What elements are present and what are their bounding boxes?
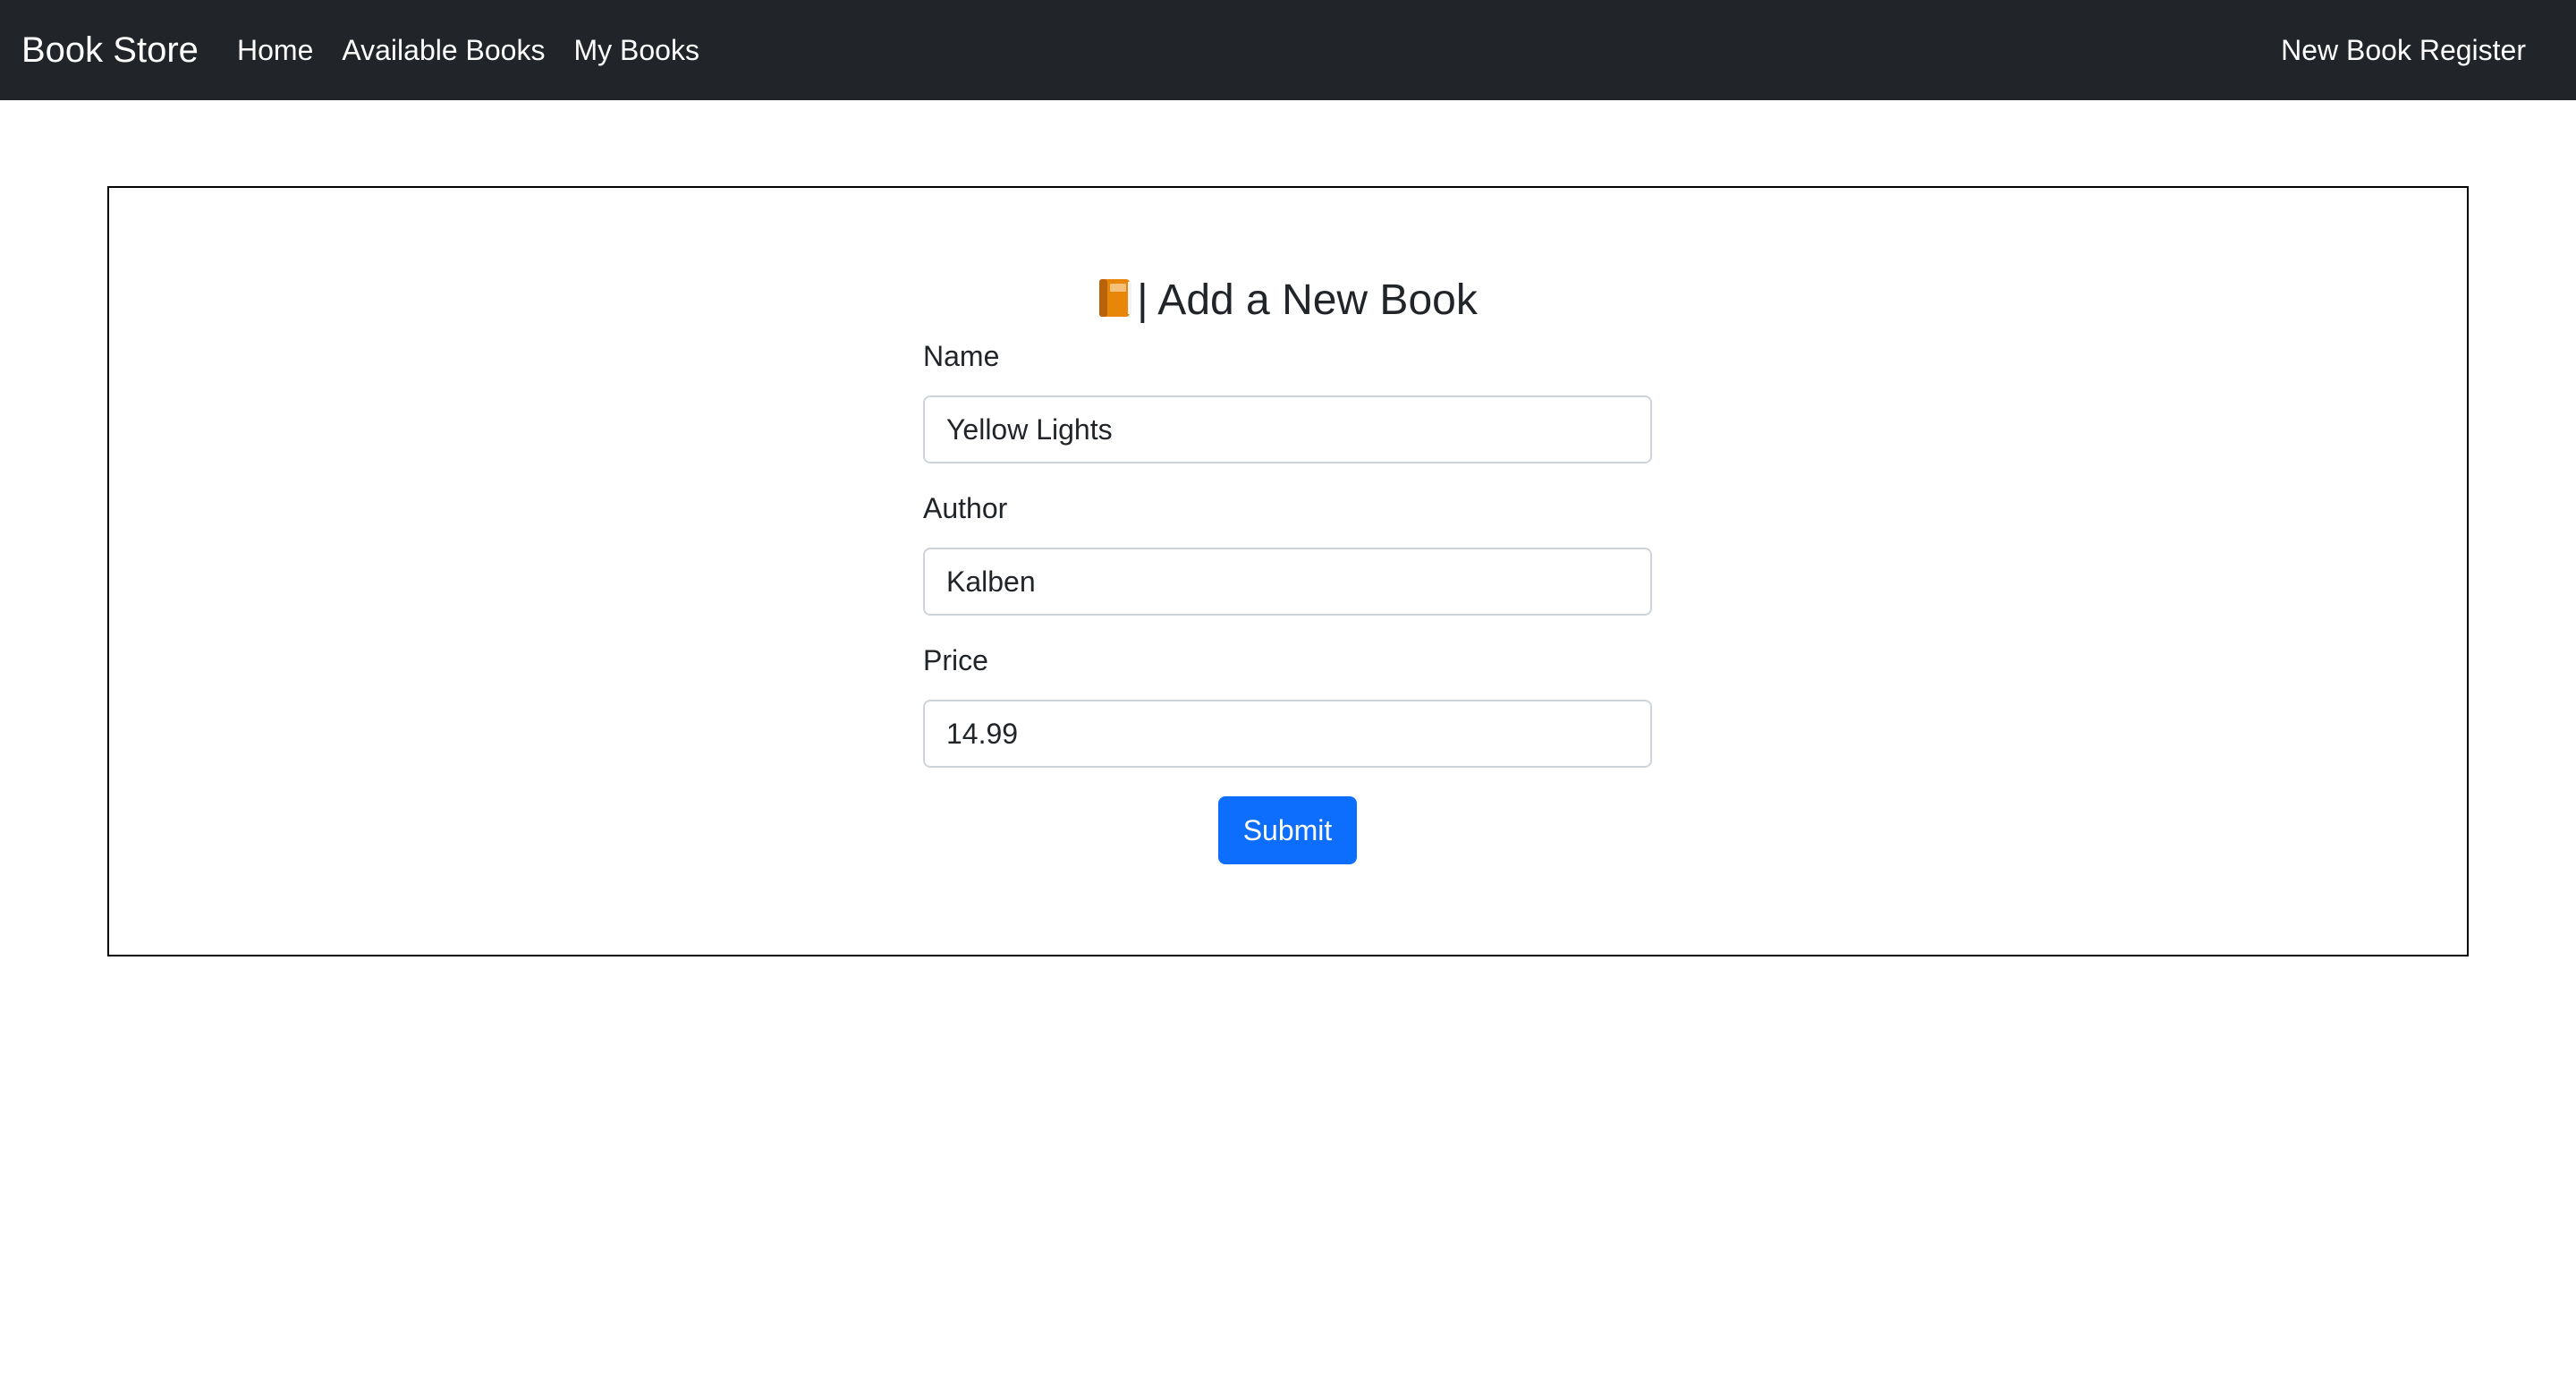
nav-link-new-book-register[interactable]: New Book Register bbox=[2281, 0, 2526, 100]
price-label: Price bbox=[923, 644, 988, 676]
price-input[interactable] bbox=[923, 700, 1652, 768]
submit-button[interactable]: Submit bbox=[1217, 796, 1358, 864]
nav-link-available-books[interactable]: Available Books bbox=[342, 34, 545, 67]
brand-link[interactable]: Book Store bbox=[21, 0, 199, 100]
name-input[interactable] bbox=[923, 395, 1652, 463]
add-book-form: | Add a New Book Name Author Price Submi… bbox=[923, 268, 1652, 864]
orange-book-icon bbox=[1099, 279, 1132, 317]
price-field-group: Price bbox=[923, 642, 1652, 768]
top-navbar: Book Store Home Available Books My Books… bbox=[0, 0, 2576, 100]
nav-link-my-books[interactable]: My Books bbox=[573, 34, 699, 67]
author-field-group: Author bbox=[923, 490, 1652, 616]
page-title: | Add a New Book bbox=[923, 268, 1652, 333]
nav-links: Home Available Books My Books bbox=[237, 0, 728, 100]
author-label: Author bbox=[923, 492, 1008, 524]
nav-link-home[interactable]: Home bbox=[237, 34, 313, 67]
submit-row: Submit bbox=[923, 796, 1652, 864]
name-field-group: Name bbox=[923, 338, 1652, 463]
author-input[interactable] bbox=[923, 548, 1652, 616]
name-label: Name bbox=[923, 340, 1000, 372]
page-title-text: | Add a New Book bbox=[1137, 276, 1478, 324]
